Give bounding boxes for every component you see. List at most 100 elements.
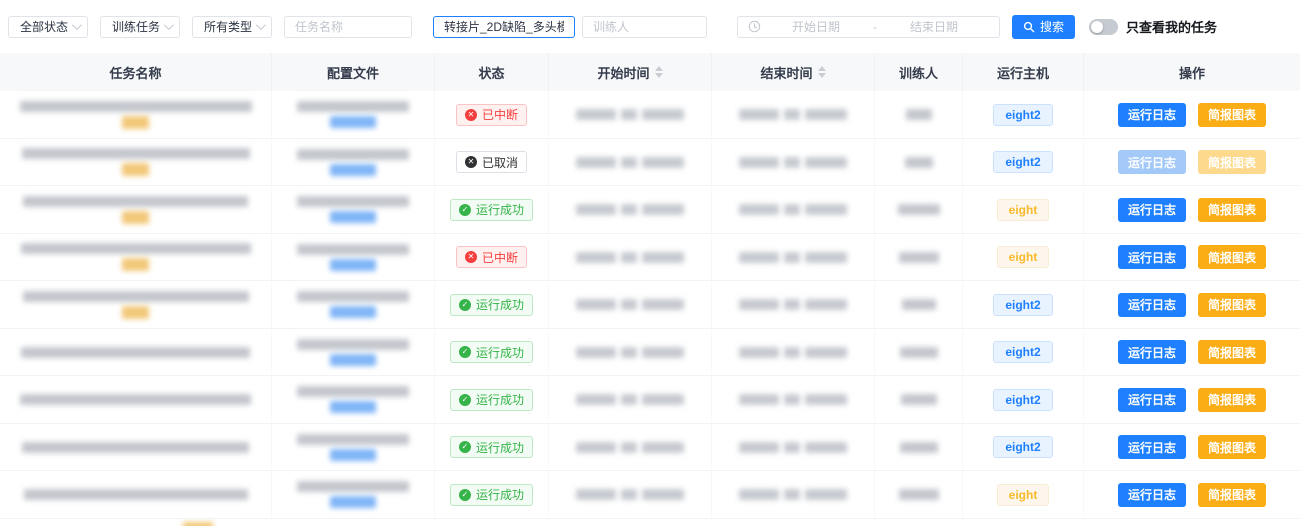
actions-cell: 运行日志简报图表 xyxy=(1084,471,1300,519)
status-label: 已中断 xyxy=(482,106,518,123)
redacted-config-link[interactable] xyxy=(330,116,376,128)
redacted-config-link[interactable] xyxy=(330,259,376,271)
redacted-task-badge xyxy=(122,211,149,224)
redacted-task-name xyxy=(23,291,249,302)
redacted-time xyxy=(805,394,847,405)
column-header-7: 运行主机 xyxy=(963,53,1084,91)
host-cell: eight xyxy=(963,234,1084,282)
redacted-date xyxy=(576,157,616,168)
sort-icon[interactable] xyxy=(655,66,663,78)
status-badge: ✕已中断 xyxy=(456,104,527,126)
run-log-button[interactable]: 运行日志 xyxy=(1118,150,1186,174)
host-cell: eight xyxy=(963,471,1084,519)
redacted-task-name xyxy=(24,489,248,500)
host-tag: eight xyxy=(997,199,1050,221)
category-select[interactable]: 所有类型 xyxy=(192,16,272,38)
run-log-button[interactable]: 运行日志 xyxy=(1118,293,1186,317)
redacted-time xyxy=(805,442,847,453)
column-header-4[interactable]: 开始时间 xyxy=(549,53,712,91)
status-icon: ✓ xyxy=(459,441,471,453)
run-log-button[interactable]: 运行日志 xyxy=(1118,103,1186,127)
redacted-date xyxy=(739,204,779,215)
redacted-task-name xyxy=(21,347,250,358)
redacted-config-link[interactable] xyxy=(330,306,376,318)
report-chart-button[interactable]: 简报图表 xyxy=(1198,388,1266,412)
report-chart-button[interactable]: 简报图表 xyxy=(1198,293,1266,317)
run-log-button[interactable]: 运行日志 xyxy=(1118,245,1186,269)
redacted-time xyxy=(642,442,684,453)
run-log-button[interactable]: 运行日志 xyxy=(1118,340,1186,364)
start-time-cell xyxy=(549,186,712,234)
start-date-placeholder[interactable]: 开始日期 xyxy=(761,18,871,35)
redacted-date xyxy=(576,252,616,263)
sort-icon[interactable] xyxy=(818,66,826,78)
end-time-cell xyxy=(712,186,875,234)
redacted-config-link[interactable] xyxy=(330,354,376,366)
run-log-button[interactable]: 运行日志 xyxy=(1118,435,1186,459)
redacted-date xyxy=(576,442,616,453)
task-type-select[interactable]: 训练任务 xyxy=(100,16,180,38)
task-name-cell xyxy=(0,281,272,329)
start-time-cell xyxy=(549,471,712,519)
host-tag: eight2 xyxy=(993,294,1052,316)
status-label: 已取消 xyxy=(482,154,518,171)
redacted-config-name xyxy=(297,339,409,350)
table-row: ✓运行成功eight2运行日志简报图表 xyxy=(0,329,1300,377)
redacted-date xyxy=(621,252,637,263)
redacted-config-link[interactable] xyxy=(330,211,376,223)
table-row-partial xyxy=(0,519,1300,526)
report-chart-button[interactable]: 简报图表 xyxy=(1198,103,1266,127)
column-header-2: 配置文件 xyxy=(272,53,435,91)
report-chart-button[interactable]: 简报图表 xyxy=(1198,340,1266,364)
date-range-picker[interactable]: 开始日期 - 结束日期 xyxy=(737,16,1000,38)
end-time-cell xyxy=(712,281,875,329)
run-log-button[interactable]: 运行日志 xyxy=(1118,388,1186,412)
config-file-cell xyxy=(272,91,435,139)
redacted-date xyxy=(784,252,800,263)
run-log-button[interactable]: 运行日志 xyxy=(1118,483,1186,507)
report-chart-button[interactable]: 简报图表 xyxy=(1198,435,1266,459)
config-file-cell xyxy=(272,281,435,329)
status-label: 运行成功 xyxy=(476,439,524,456)
redacted-date xyxy=(621,394,637,405)
report-chart-button[interactable]: 简报图表 xyxy=(1198,198,1266,222)
model-search-input[interactable] xyxy=(444,20,564,34)
task-name-input[interactable] xyxy=(295,20,401,34)
status-cell: ✕已中断 xyxy=(435,91,549,139)
run-log-button[interactable]: 运行日志 xyxy=(1118,198,1186,222)
redacted-config-link[interactable] xyxy=(330,401,376,413)
redacted-time xyxy=(642,204,684,215)
redacted-task-badge xyxy=(183,522,213,526)
task-name-cell xyxy=(0,376,272,424)
redacted-trainer-name xyxy=(898,204,940,215)
redacted-task-name xyxy=(22,442,249,453)
redacted-config-link[interactable] xyxy=(330,449,376,461)
host-cell: eight2 xyxy=(963,329,1084,377)
clock-icon xyxy=(748,20,761,33)
host-cell: eight2 xyxy=(963,91,1084,139)
status-select[interactable]: 全部状态 xyxy=(8,16,88,38)
trainer-cell xyxy=(875,329,963,377)
search-button[interactable]: 搜索 xyxy=(1012,15,1075,39)
status-label: 运行成功 xyxy=(476,486,524,503)
column-header-5[interactable]: 结束时间 xyxy=(712,53,875,91)
report-chart-button[interactable]: 简报图表 xyxy=(1198,150,1266,174)
training-task-page: 全部状态 训练任务 所有类型 开始日期 - 结束日期 xyxy=(0,0,1300,526)
task-name-cell xyxy=(0,234,272,282)
search-button-label: 搜索 xyxy=(1040,18,1064,35)
my-tasks-toggle[interactable] xyxy=(1089,19,1118,35)
redacted-config-link[interactable] xyxy=(330,496,376,508)
host-tag: eight2 xyxy=(993,436,1052,458)
report-chart-button[interactable]: 简报图表 xyxy=(1198,245,1266,269)
end-date-placeholder[interactable]: 结束日期 xyxy=(879,18,989,35)
status-select-value: 全部状态 xyxy=(20,18,68,35)
redacted-time xyxy=(642,347,684,358)
host-tag: eight2 xyxy=(993,341,1052,363)
redacted-date xyxy=(739,299,779,310)
start-time-cell xyxy=(549,91,712,139)
report-chart-button[interactable]: 简报图表 xyxy=(1198,483,1266,507)
redacted-date xyxy=(576,347,616,358)
trainer-cell xyxy=(875,471,963,519)
redacted-config-link[interactable] xyxy=(330,164,376,176)
trainer-input[interactable] xyxy=(593,20,696,34)
